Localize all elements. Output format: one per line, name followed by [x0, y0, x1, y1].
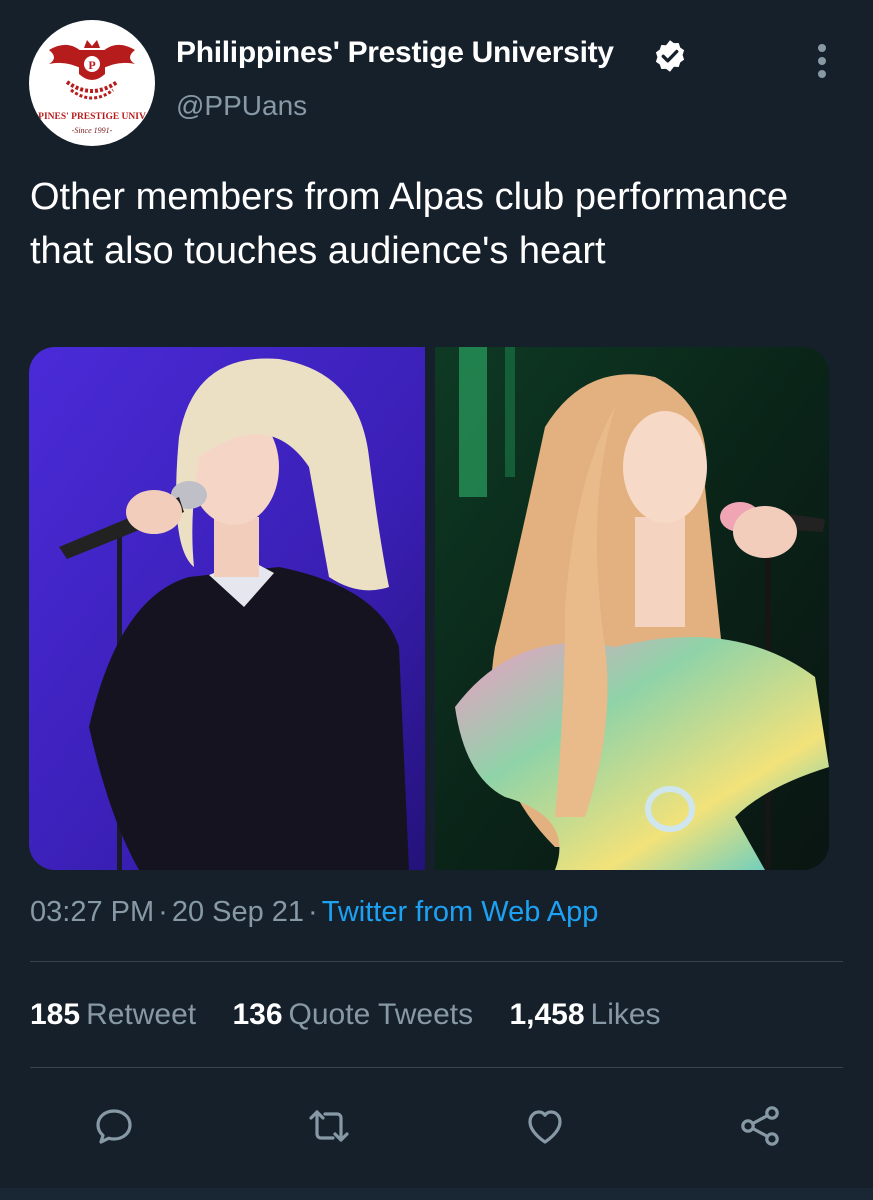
avatar[interactable]: P PINES' PRESTIGE UNIV -Since 1991-	[29, 20, 155, 146]
retweet-icon[interactable]	[305, 1102, 353, 1150]
divider	[30, 1067, 843, 1068]
tweet-date[interactable]: 20 Sep 21	[172, 896, 304, 928]
media-image-right[interactable]	[435, 347, 829, 870]
logo-since-text: -Since 1991-	[72, 126, 113, 135]
verified-badge-icon	[655, 40, 685, 72]
like-count[interactable]: 1,458 Likes	[509, 998, 660, 1031]
logo-text: PINES' PRESTIGE UNIV	[38, 112, 146, 122]
like-icon[interactable]	[521, 1102, 569, 1150]
tweet-meta: 03:27 PM · 20 Sep 21 · Twitter from Web App	[30, 896, 599, 928]
quote-tweet-count[interactable]: 136 Quote Tweets	[232, 998, 473, 1031]
bottom-border	[0, 1188, 873, 1200]
university-logo-icon: P PINES' PRESTIGE UNIV -Since 1991-	[38, 40, 146, 135]
media-image-left[interactable]	[29, 347, 425, 870]
tweet-source-link[interactable]: Twitter from Web App	[322, 896, 599, 928]
reply-icon[interactable]	[90, 1102, 138, 1150]
svg-text:P: P	[88, 58, 95, 72]
engagement-stats: 185 Retweet 136 Quote Tweets 1,458 Likes	[30, 998, 689, 1032]
more-options-icon[interactable]	[808, 42, 836, 80]
retweet-count[interactable]: 185 Retweet	[30, 998, 196, 1031]
share-icon[interactable]	[736, 1102, 784, 1150]
divider	[30, 961, 843, 962]
display-name[interactable]: Philippines' Prestige University	[176, 36, 614, 70]
tweet-media[interactable]	[29, 347, 829, 870]
tweet-time: 03:27 PM	[30, 896, 155, 928]
tweet-text: Other members from Alpas club performanc…	[30, 176, 789, 272]
account-handle[interactable]: @PPUans	[176, 90, 307, 122]
